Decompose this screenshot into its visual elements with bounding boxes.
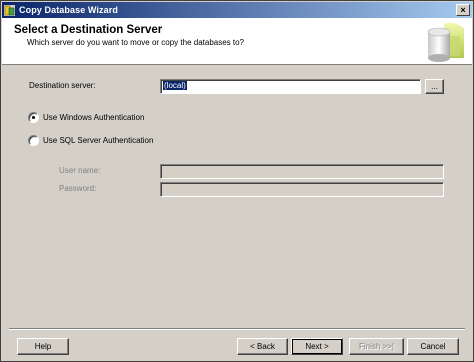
cancel-button[interactable]: Cancel <box>407 338 459 355</box>
page-title: Select a Destination Server <box>14 24 163 36</box>
back-button-label: < Back <box>250 342 275 351</box>
username-label: User name: <box>59 166 101 175</box>
next-button[interactable]: Next > <box>291 338 343 355</box>
help-button-label: Help <box>34 342 52 351</box>
sql-auth-radio[interactable] <box>28 135 39 146</box>
close-button[interactable]: × <box>456 4 470 16</box>
button-separator <box>9 328 465 330</box>
username-input[interactable] <box>160 164 444 179</box>
finish-button[interactable]: Finish >>| <box>349 338 404 355</box>
database-wizard-icon <box>4 4 15 16</box>
finish-button-label: Finish >>| <box>359 342 394 351</box>
browse-button-label: ... <box>431 82 438 91</box>
sql-auth-label[interactable]: Use SQL Server Authentication <box>43 136 153 145</box>
destination-server-label: Destination server: <box>29 81 96 90</box>
page-subtitle: Which server do you want to move or copy… <box>27 38 245 47</box>
wizard-header: Select a Destination Server Which server… <box>2 18 472 65</box>
copy-database-wizard-window: Copy Database Wizard × Select a Destinat… <box>0 0 474 362</box>
help-button[interactable]: Help <box>17 338 69 355</box>
cancel-button-label: Cancel <box>420 342 446 351</box>
destination-server-value: (local) <box>163 81 187 90</box>
close-icon: × <box>460 4 466 15</box>
password-input[interactable] <box>160 182 444 197</box>
title-bar[interactable]: Copy Database Wizard × <box>2 2 472 18</box>
windows-auth-radio[interactable] <box>28 112 39 123</box>
back-button[interactable]: < Back <box>237 338 288 355</box>
window-title: Copy Database Wizard <box>19 5 118 15</box>
password-label: Password: <box>59 184 97 193</box>
database-cylinder-icon <box>422 18 466 64</box>
next-button-label: Next > <box>305 342 329 351</box>
windows-auth-label[interactable]: Use Windows Authentication <box>43 113 144 122</box>
destination-server-input[interactable]: (local) <box>160 79 421 94</box>
browse-server-button[interactable]: ... <box>425 79 444 94</box>
radio-selected-dot <box>32 116 35 119</box>
